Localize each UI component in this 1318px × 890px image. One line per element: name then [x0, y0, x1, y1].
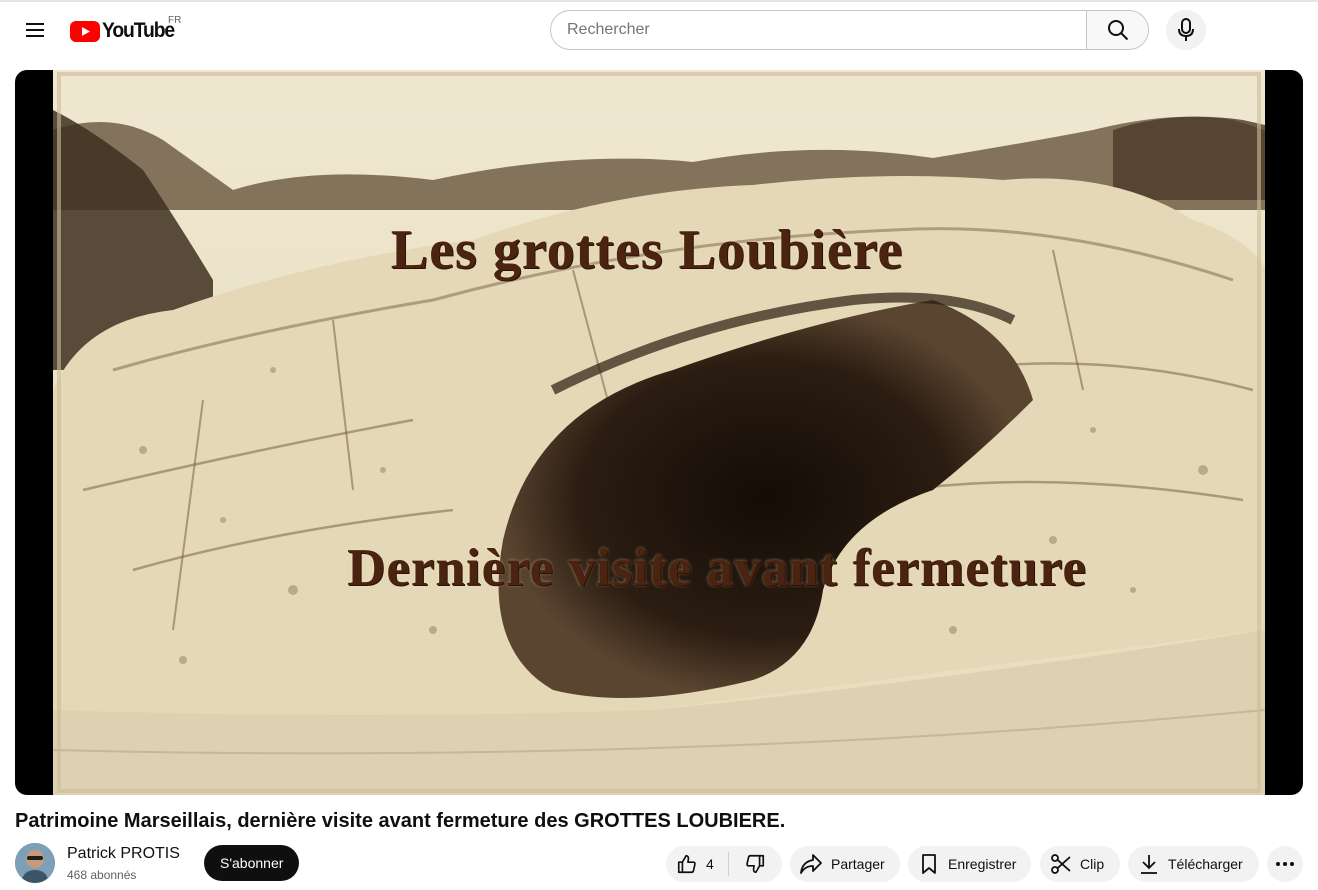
- thumbs-up-icon: [677, 854, 696, 874]
- scissors-icon: [1051, 854, 1071, 874]
- save-button[interactable]: Enregistrer: [908, 846, 1031, 882]
- download-button[interactable]: Télécharger: [1128, 846, 1259, 882]
- share-button[interactable]: Partager: [790, 846, 900, 882]
- dislike-button[interactable]: [729, 846, 781, 882]
- like-dislike-group: 4: [666, 846, 782, 882]
- subscriber-count: 468 abonnés: [67, 868, 137, 882]
- share-icon: [800, 854, 822, 874]
- search-input[interactable]: [550, 10, 1086, 50]
- masthead: YouTube FR: [0, 2, 1318, 58]
- clip-button[interactable]: Clip: [1040, 846, 1120, 882]
- download-label: Télécharger: [1168, 856, 1243, 872]
- thumbs-down-icon: [746, 854, 765, 874]
- channel-name[interactable]: Patrick PROTIS: [67, 845, 180, 863]
- menu-button[interactable]: [15, 10, 55, 50]
- avatar-image: [15, 843, 55, 883]
- overlay-title-bottom: Dernière visite avant fermeture: [347, 539, 1087, 597]
- search-icon: [1107, 20, 1128, 41]
- download-icon: [1141, 855, 1157, 874]
- save-label: Enregistrer: [948, 856, 1017, 872]
- clip-label: Clip: [1080, 856, 1105, 872]
- youtube-logo[interactable]: YouTube: [70, 18, 180, 44]
- microphone-icon: [1178, 18, 1194, 41]
- video-frame: Les grottes Loubière Dernière visite ava…: [53, 70, 1265, 795]
- more-icon: [1276, 862, 1294, 866]
- logo-text: YouTube: [102, 19, 175, 42]
- share-label: Partager: [831, 856, 885, 872]
- subscribe-button[interactable]: S'abonner: [204, 845, 300, 881]
- youtube-logo-icon: [70, 20, 100, 42]
- bookmark-icon: [922, 854, 936, 874]
- video-thumbnail-image: [53, 70, 1265, 795]
- voice-search-button[interactable]: [1166, 10, 1206, 50]
- overlay-title-top: Les grottes Loubière: [390, 219, 904, 281]
- video-player[interactable]: Les grottes Loubière Dernière visite ava…: [15, 70, 1303, 795]
- like-button[interactable]: 4: [666, 846, 728, 882]
- channel-avatar[interactable]: [15, 843, 55, 883]
- more-actions-button[interactable]: [1267, 846, 1303, 882]
- region-code: FR: [168, 15, 182, 26]
- video-title: Patrimoine Marseillais, dernière visite …: [15, 810, 786, 832]
- search-box: [550, 10, 1149, 50]
- search-button[interactable]: [1086, 10, 1149, 50]
- like-count: 4: [706, 856, 714, 872]
- menu-icon: [26, 23, 44, 37]
